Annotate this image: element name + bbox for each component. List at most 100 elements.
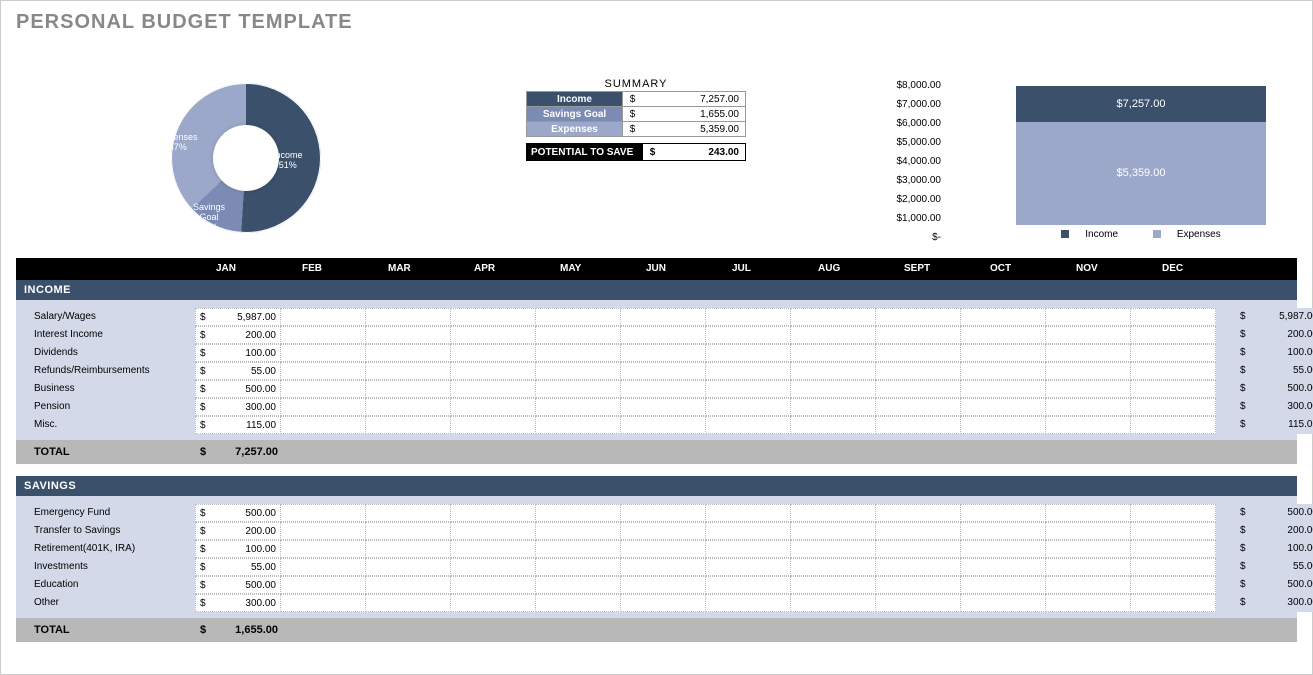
cell[interactable]: [960, 326, 1046, 344]
cell[interactable]: [620, 594, 706, 612]
cell[interactable]: [705, 576, 791, 594]
cell[interactable]: $55.00: [195, 558, 281, 576]
cell[interactable]: [365, 416, 451, 434]
cell[interactable]: [875, 308, 961, 326]
cell[interactable]: [620, 308, 706, 326]
cell[interactable]: [450, 416, 536, 434]
cell[interactable]: $115.00: [195, 416, 281, 434]
cell[interactable]: [790, 504, 876, 522]
cell[interactable]: [705, 398, 791, 416]
cell[interactable]: [1130, 344, 1216, 362]
cell[interactable]: [1045, 380, 1131, 398]
cell[interactable]: $200.00: [195, 326, 281, 344]
cell[interactable]: [535, 344, 621, 362]
cell[interactable]: [790, 380, 876, 398]
cell[interactable]: [365, 398, 451, 416]
cell[interactable]: [450, 380, 536, 398]
cell[interactable]: [960, 344, 1046, 362]
cell[interactable]: [875, 398, 961, 416]
cell[interactable]: [365, 344, 451, 362]
cell[interactable]: [280, 522, 366, 540]
cell[interactable]: [280, 344, 366, 362]
cell[interactable]: [620, 362, 706, 380]
cell[interactable]: [620, 344, 706, 362]
cell[interactable]: [1045, 326, 1131, 344]
cell[interactable]: [875, 362, 961, 380]
cell[interactable]: [280, 594, 366, 612]
cell[interactable]: [535, 594, 621, 612]
cell[interactable]: [620, 380, 706, 398]
cell[interactable]: [1045, 416, 1131, 434]
cell[interactable]: [875, 344, 961, 362]
cell[interactable]: [365, 380, 451, 398]
cell[interactable]: [790, 416, 876, 434]
cell[interactable]: [705, 540, 791, 558]
cell[interactable]: [1045, 558, 1131, 576]
cell[interactable]: [875, 594, 961, 612]
cell[interactable]: [450, 344, 536, 362]
cell[interactable]: [1130, 540, 1216, 558]
cell[interactable]: [450, 540, 536, 558]
cell[interactable]: $500.00: [195, 380, 281, 398]
cell[interactable]: [790, 326, 876, 344]
cell[interactable]: $300.00: [195, 398, 281, 416]
cell[interactable]: [450, 558, 536, 576]
cell[interactable]: [875, 558, 961, 576]
cell[interactable]: [280, 558, 366, 576]
cell[interactable]: [450, 504, 536, 522]
cell[interactable]: [705, 416, 791, 434]
cell[interactable]: [705, 380, 791, 398]
cell[interactable]: [875, 540, 961, 558]
cell[interactable]: [280, 398, 366, 416]
cell[interactable]: [535, 558, 621, 576]
cell[interactable]: [1130, 416, 1216, 434]
cell[interactable]: [705, 504, 791, 522]
cell[interactable]: [365, 326, 451, 344]
cell[interactable]: [1045, 308, 1131, 326]
cell[interactable]: [620, 558, 706, 576]
cell[interactable]: $100.00: [195, 344, 281, 362]
cell[interactable]: [280, 540, 366, 558]
cell[interactable]: [535, 540, 621, 558]
cell[interactable]: [960, 380, 1046, 398]
cell[interactable]: [620, 326, 706, 344]
cell[interactable]: [790, 558, 876, 576]
cell[interactable]: [790, 576, 876, 594]
cell[interactable]: [280, 308, 366, 326]
cell[interactable]: [1045, 576, 1131, 594]
cell[interactable]: [365, 540, 451, 558]
cell[interactable]: [1045, 594, 1131, 612]
cell[interactable]: [535, 362, 621, 380]
cell[interactable]: [960, 576, 1046, 594]
cell[interactable]: [1130, 594, 1216, 612]
cell[interactable]: [365, 558, 451, 576]
cell[interactable]: [960, 522, 1046, 540]
cell[interactable]: $500.00: [195, 576, 281, 594]
cell[interactable]: [535, 380, 621, 398]
cell[interactable]: [1045, 362, 1131, 380]
cell[interactable]: [450, 576, 536, 594]
cell[interactable]: [535, 308, 621, 326]
cell[interactable]: [280, 504, 366, 522]
cell[interactable]: [790, 594, 876, 612]
cell[interactable]: [1130, 380, 1216, 398]
cell[interactable]: [1130, 326, 1216, 344]
cell[interactable]: [960, 594, 1046, 612]
cell[interactable]: [450, 398, 536, 416]
cell[interactable]: [960, 558, 1046, 576]
cell[interactable]: [1130, 308, 1216, 326]
cell[interactable]: [535, 504, 621, 522]
cell[interactable]: $5,987.00: [195, 308, 281, 326]
cell[interactable]: [875, 504, 961, 522]
cell[interactable]: [1045, 522, 1131, 540]
cell[interactable]: [450, 308, 536, 326]
cell[interactable]: [705, 362, 791, 380]
cell[interactable]: [450, 594, 536, 612]
cell[interactable]: [535, 398, 621, 416]
cell[interactable]: [705, 522, 791, 540]
cell[interactable]: $300.00: [195, 594, 281, 612]
cell[interactable]: [1130, 522, 1216, 540]
cell[interactable]: [705, 558, 791, 576]
cell[interactable]: [280, 380, 366, 398]
cell[interactable]: $200.00: [195, 522, 281, 540]
